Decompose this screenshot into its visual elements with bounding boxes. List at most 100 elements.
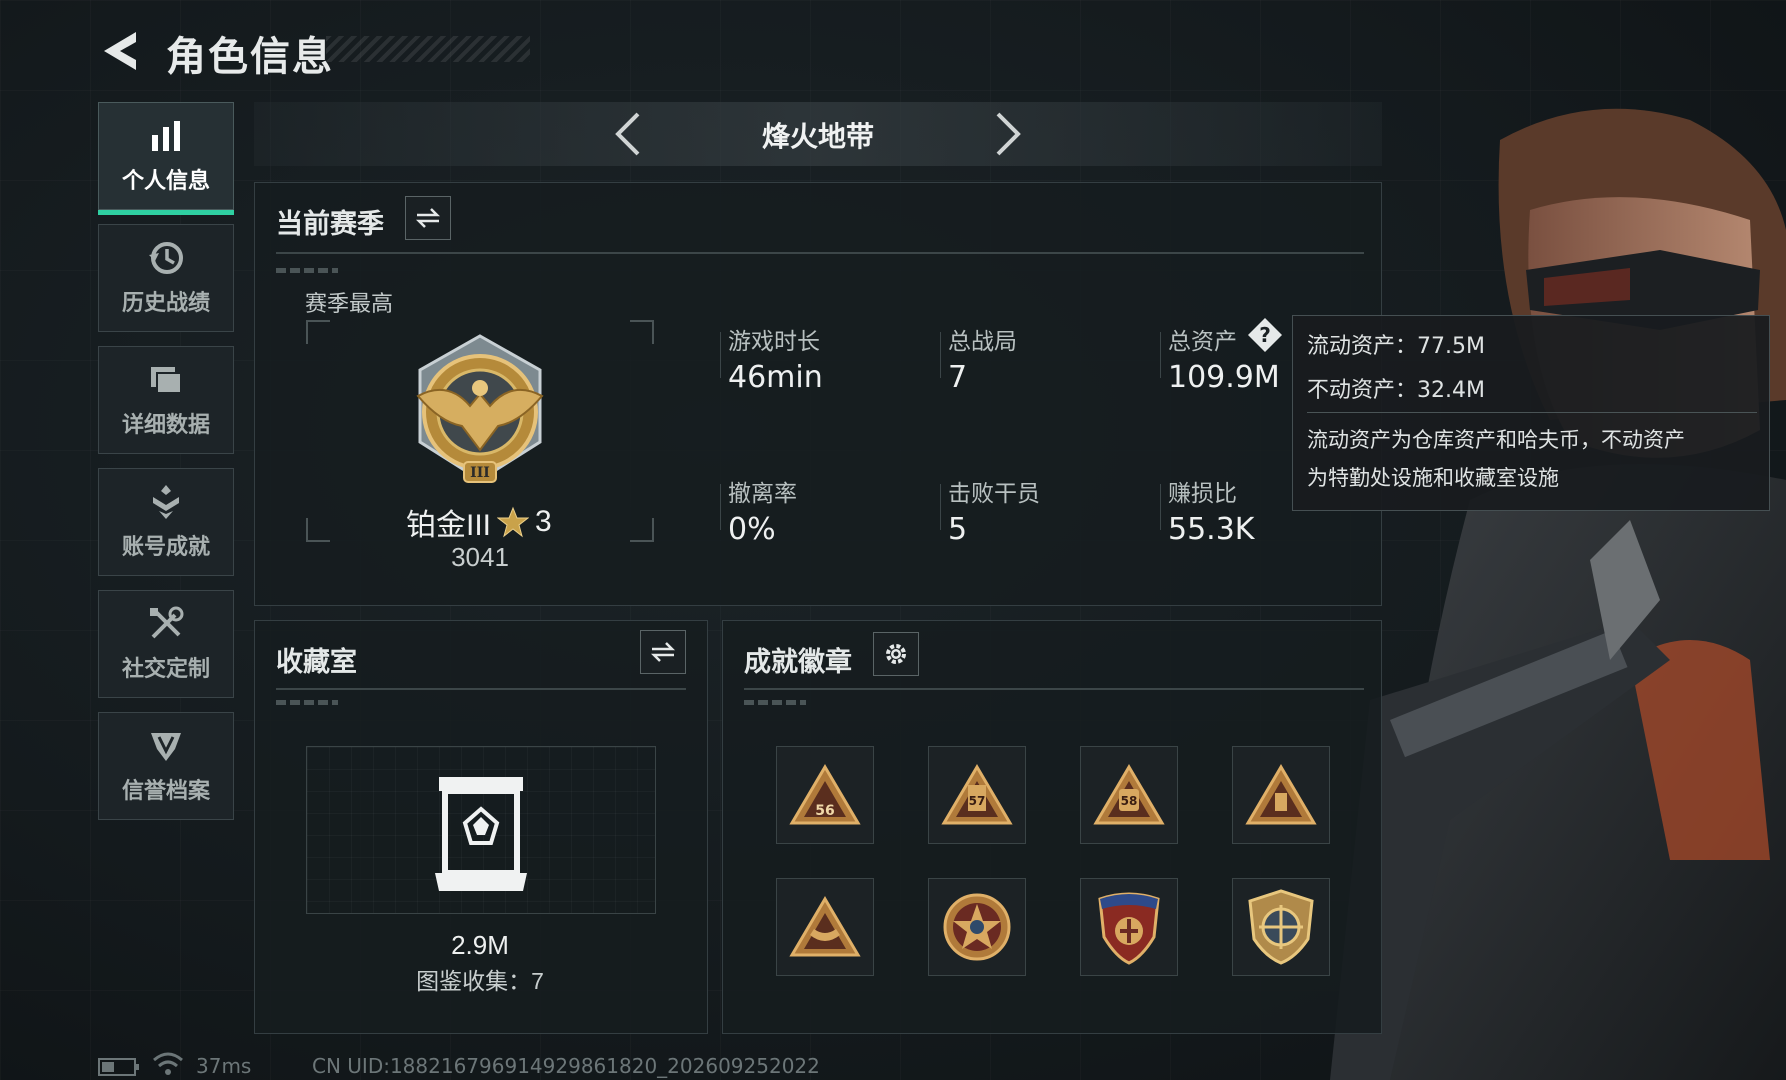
sidebar-item-label: 账号成就 (121, 535, 210, 560)
title-decoration (326, 36, 530, 62)
badge-boat[interactable] (776, 878, 874, 976)
badge-56[interactable]: 56 (776, 746, 874, 844)
stat-label-matches: 总战局 (948, 329, 1017, 355)
badge-57[interactable]: 57 (928, 746, 1026, 844)
page-title: 角色信息 (166, 34, 334, 80)
back-arrow-icon[interactable] (96, 28, 146, 74)
sidebar-item-detailed-data[interactable]: 详细数据 (98, 346, 234, 454)
tooltip-divider (1307, 412, 1757, 413)
bar-chart-icon (152, 121, 180, 151)
character-portrait (1330, 108, 1786, 1080)
shield-icon (151, 733, 181, 761)
stat-divider (720, 332, 721, 378)
help-icon[interactable]: ? (1246, 316, 1284, 354)
crosshair-shield-icon (1248, 889, 1314, 965)
sidebar-item-achievements[interactable]: 账号成就 (98, 468, 234, 576)
stat-divider (720, 484, 721, 530)
collection-switch-button[interactable] (640, 630, 686, 674)
stat-value-profit-ratio: 55.3K (1168, 512, 1255, 547)
collection-divider (276, 688, 686, 690)
svg-text:III: III (470, 465, 490, 481)
star-emblem-icon (943, 893, 1011, 961)
badge-star-emblem[interactable] (928, 878, 1026, 976)
tooltip-desc-line2: 为特勤处设施和收藏室设施 (1307, 466, 1559, 490)
ping-text: 37ms (196, 1054, 252, 1078)
sidebar-item-personal-info[interactable]: 个人信息 (98, 102, 234, 215)
badges-settings-button[interactable] (873, 632, 919, 676)
stat-divider (940, 332, 941, 378)
season-divider (276, 252, 1364, 254)
divider-ticks (276, 268, 338, 273)
stat-divider (1160, 484, 1161, 530)
sidebar-item-label: 详细数据 (121, 413, 210, 438)
triangle-badge-icon (1245, 764, 1317, 825)
gear-icon (886, 644, 906, 664)
triangle-badge-icon: 56 (789, 764, 861, 825)
chevron-right-icon[interactable] (984, 110, 1028, 158)
triangle-badge-icon: 58 (1093, 764, 1165, 825)
stat-value-matches: 7 (948, 360, 968, 395)
history-clock-icon (149, 242, 183, 274)
cards-icon (151, 367, 182, 394)
stat-divider (1160, 332, 1161, 378)
stat-label-kills: 击败干员 (948, 481, 1040, 507)
assets-tooltip: 流动资产：77.5M 不动资产：32.4M 流动资产为仓库资产和哈夫币，不动资产… (1292, 315, 1770, 511)
badge-number: 57 (969, 794, 986, 808)
season-switch-button[interactable] (405, 196, 451, 240)
sidebar-item-history[interactable]: 历史战绩 (98, 224, 234, 332)
badge-triangle[interactable] (1232, 746, 1330, 844)
swap-icon (650, 642, 676, 662)
collection-title: 收藏室 (276, 647, 357, 678)
chevron-left-icon[interactable] (608, 110, 652, 158)
stat-value-assets: 109.9M (1168, 360, 1280, 395)
mode-title: 烽火地带 (761, 120, 874, 153)
uid-text: CN UID:18821679691492986182​0_2026092520… (312, 1054, 820, 1078)
rank-stars: 3 (535, 505, 552, 538)
season-title: 当前赛季 (276, 209, 384, 240)
rank-name: 铂金III (406, 509, 492, 542)
stat-label-assets: 总资产 (1168, 329, 1237, 355)
sidebar-item-label: 个人信息 (121, 169, 210, 194)
tooltip-fixed-assets: 不动资产：32.4M (1307, 378, 1485, 403)
rank-label: 铂金III 3 (406, 500, 552, 544)
stat-value-kills: 5 (948, 512, 968, 547)
swap-icon (415, 208, 441, 228)
collection-count: 图鉴收集：7 (416, 968, 544, 994)
sidebar-item-reputation[interactable]: 信誉档案 (98, 712, 234, 820)
stat-divider (940, 484, 941, 530)
frame-corner (306, 320, 330, 344)
stat-label-profit-ratio: 赚损比 (1168, 481, 1237, 507)
frame-corner (630, 320, 654, 344)
display-case-icon (435, 777, 527, 891)
sidebar-item-label: 信誉档案 (121, 779, 210, 804)
shield-badge-icon (1098, 892, 1160, 965)
triangle-badge-icon (789, 896, 861, 957)
stat-value-playtime: 46min (728, 360, 823, 395)
badge-crosshair-shield[interactable] (1232, 878, 1330, 976)
divider-ticks (276, 700, 338, 705)
triangle-badge-icon: 57 (941, 764, 1013, 825)
tooltip-liquid-assets: 流动资产：77.5M (1307, 334, 1485, 359)
svg-text:?: ? (1259, 323, 1271, 347)
frame-corner (306, 518, 330, 542)
frame-corner (630, 518, 654, 542)
achievement-icon (153, 485, 179, 519)
season-best-label: 赛季最高 (305, 291, 394, 316)
stat-label-playtime: 游戏时长 (728, 329, 820, 355)
stat-label-extraction-rate: 撤离率 (728, 481, 797, 507)
badge-number: 56 (815, 803, 834, 819)
collection-display-case[interactable] (306, 746, 656, 914)
star-icon (497, 506, 530, 538)
stat-value-extraction-rate: 0% (728, 512, 776, 547)
badges-divider (744, 688, 1364, 690)
badge-shield-stars[interactable] (1080, 878, 1178, 976)
battery-icon (98, 1058, 139, 1076)
sidebar-item-social[interactable]: 社交定制 (98, 590, 234, 698)
badge-number: 58 (1121, 794, 1138, 808)
sidebar-item-label: 社交定制 (121, 657, 210, 682)
wifi-icon (153, 1052, 183, 1075)
badge-58[interactable]: 58 (1080, 746, 1178, 844)
badges-title: 成就徽章 (744, 647, 852, 678)
tools-icon (150, 606, 184, 639)
collection-value: 2.9M (451, 930, 509, 960)
